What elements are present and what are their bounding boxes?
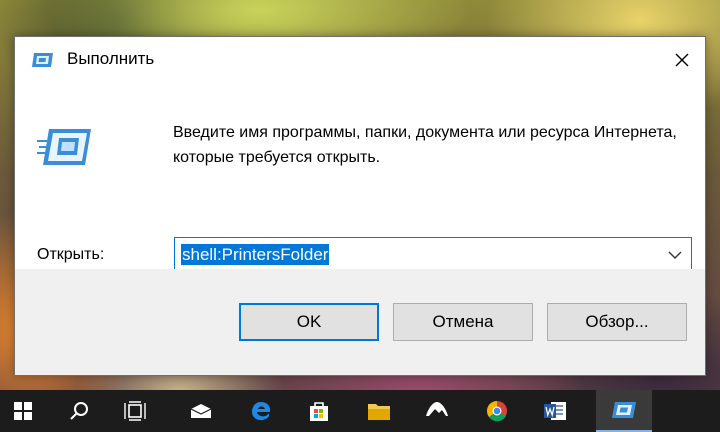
- store-app[interactable]: [296, 390, 342, 432]
- start-button[interactable]: [0, 390, 46, 432]
- open-label: Открыть:: [37, 246, 105, 263]
- run-app-active[interactable]: [596, 390, 652, 432]
- search-icon: [70, 402, 88, 420]
- chrome-icon: [487, 401, 507, 422]
- open-combobox[interactable]: shell:PrintersFolder: [174, 237, 692, 271]
- taskbar: [0, 390, 720, 432]
- photos-app[interactable]: [414, 390, 460, 432]
- word-icon: [544, 402, 566, 420]
- store-icon: [310, 402, 328, 421]
- run-icon: [612, 402, 636, 418]
- run-icon: [32, 53, 53, 67]
- cancel-button[interactable]: Отмена: [393, 303, 533, 341]
- task-view-button[interactable]: [112, 390, 158, 432]
- task-view-icon: [124, 401, 146, 421]
- browse-button[interactable]: Обзор...: [547, 303, 687, 341]
- word-app[interactable]: [532, 390, 578, 432]
- mail-app[interactable]: [178, 390, 224, 432]
- start-icon: [14, 402, 32, 420]
- edge-app[interactable]: [238, 390, 284, 432]
- run-program-icon: [37, 129, 91, 165]
- search-button[interactable]: [56, 390, 102, 432]
- button-bar: OK Отмена Обзор...: [15, 269, 705, 375]
- title-bar[interactable]: Выполнить: [15, 37, 705, 83]
- open-input[interactable]: shell:PrintersFolder: [181, 244, 330, 265]
- close-icon: [675, 53, 689, 67]
- instruction-text: Введите имя программы, папки, документа …: [173, 124, 677, 166]
- photos-icon: [426, 402, 448, 416]
- chrome-app[interactable]: [474, 390, 520, 432]
- chevron-down-icon[interactable]: [667, 247, 683, 263]
- dialog-title: Выполнить: [67, 49, 155, 68]
- edge-icon: [252, 402, 271, 421]
- file-explorer-app[interactable]: [356, 390, 402, 432]
- close-button[interactable]: [659, 37, 705, 83]
- ok-button[interactable]: OK: [239, 303, 379, 341]
- mail-icon: [190, 404, 212, 418]
- dialog-content: Введите имя программы, папки, документа …: [15, 83, 705, 271]
- run-dialog: Выполнить Введите имя программы, папки, …: [14, 36, 706, 376]
- file-explorer-icon: [368, 404, 390, 420]
